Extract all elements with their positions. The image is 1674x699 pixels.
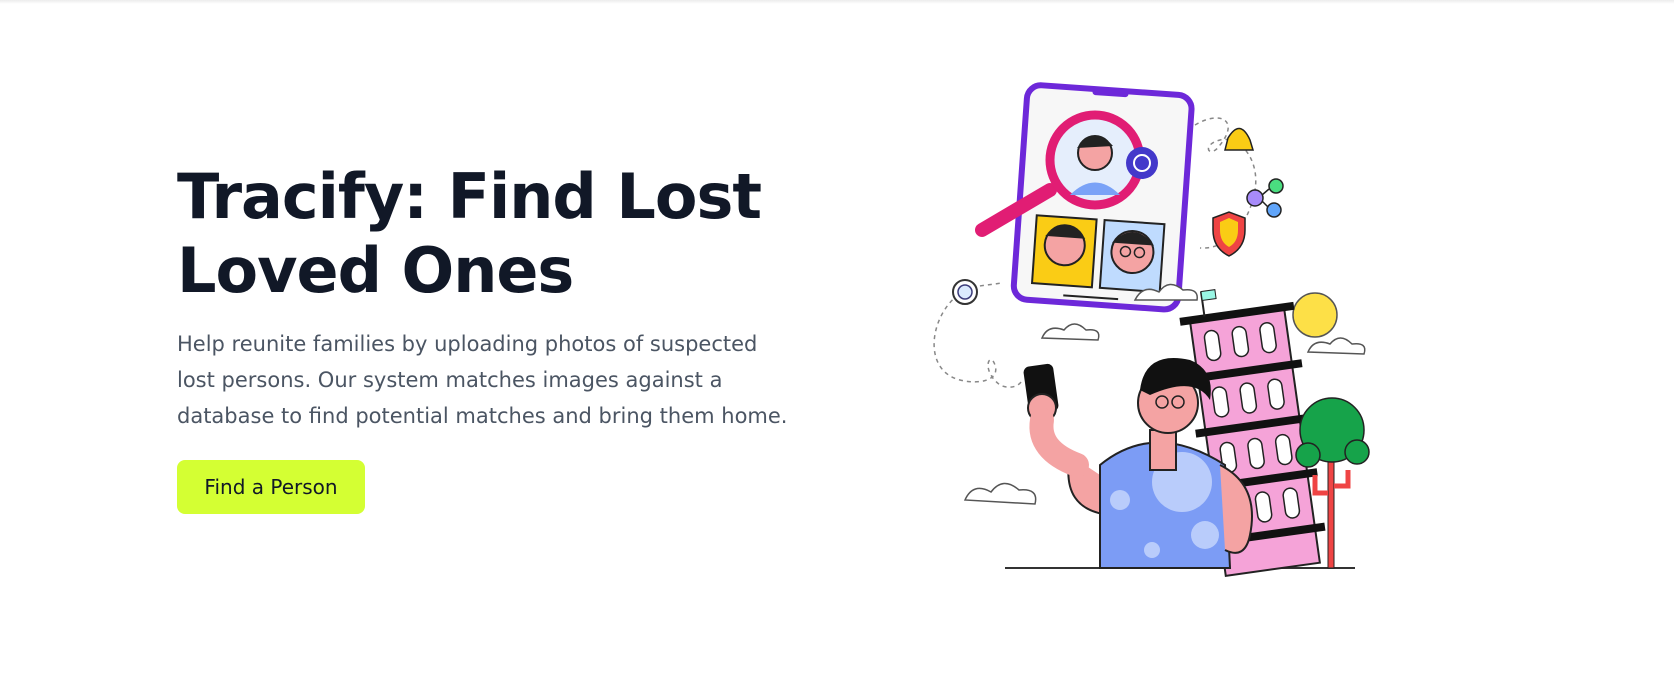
page-title: Tracify: Find Lost Loved Ones (177, 160, 762, 307)
person-taking-selfie-illustration (920, 80, 1390, 580)
hero-section: Tracify: Find Lost Loved Ones Help reuni… (177, 160, 817, 514)
find-person-button[interactable]: Find a Person (177, 460, 365, 514)
hero-description: Help reunite families by uploading photo… (177, 332, 788, 428)
header-shadow (0, 0, 1674, 4)
